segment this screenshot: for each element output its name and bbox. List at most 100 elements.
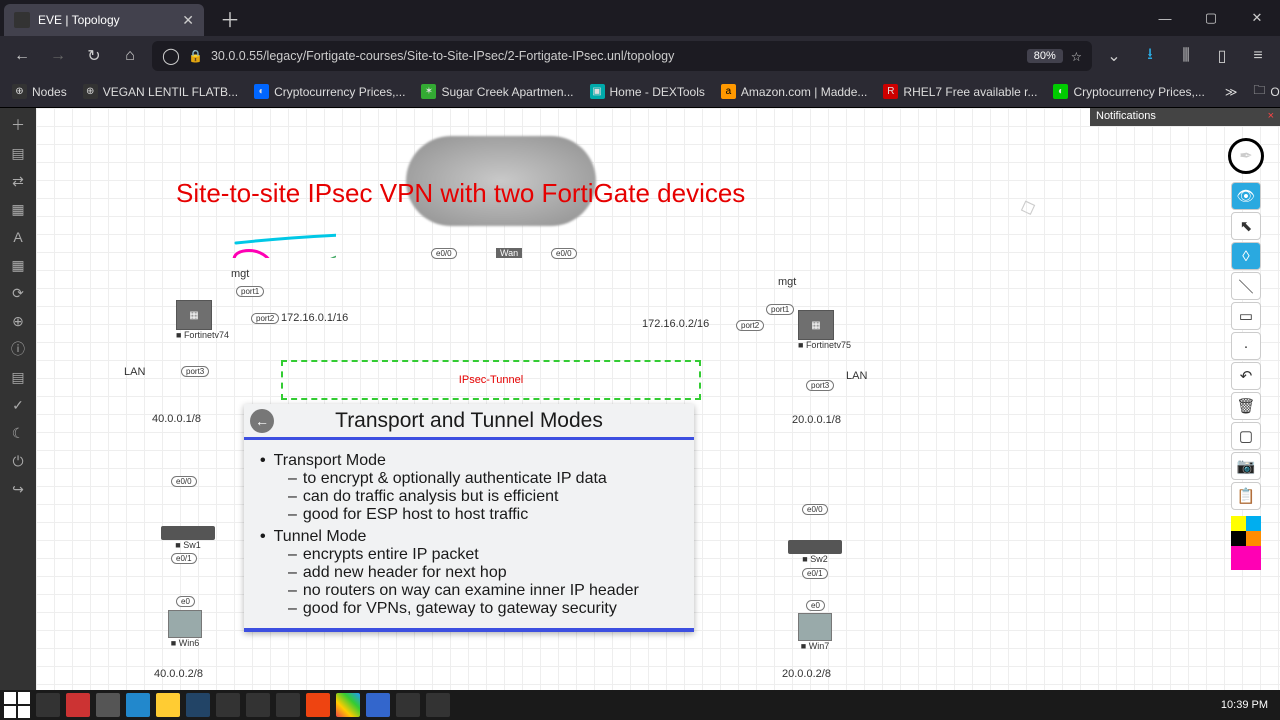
eve-pictures-icon[interactable]: ▦ [5, 254, 31, 276]
color-swatch[interactable] [1231, 531, 1246, 546]
pc-left[interactable]: ■ Win6 [168, 610, 202, 648]
notifications-close-icon[interactable]: × [1268, 110, 1274, 124]
forward-button[interactable]: → [44, 42, 72, 70]
eve-zoom-icon[interactable]: ⊕ [5, 310, 31, 332]
switch-icon [161, 526, 215, 540]
cursor-tool[interactable]: ⬉ [1231, 212, 1261, 240]
taskbar-item[interactable] [96, 693, 120, 717]
library-button[interactable]: ⫼ [1172, 42, 1200, 70]
taskbar-clock[interactable]: 10:39 PM [1213, 699, 1276, 711]
color-swatch[interactable] [1231, 516, 1246, 531]
taskbar-item[interactable] [36, 693, 60, 717]
port-label: port1 [236, 286, 264, 297]
dot-tool[interactable]: · [1231, 332, 1261, 360]
clipboard-tool[interactable]: 📋 [1231, 482, 1261, 510]
eve-network-icon[interactable]: ⇄ [5, 170, 31, 192]
bookmark-item[interactable]: ▣Home - DEXTools [584, 81, 711, 102]
eve-status-icon[interactable]: ⓘ [5, 338, 31, 360]
clear-tool[interactable]: 🗑 [1231, 392, 1261, 420]
eve-startup-icon[interactable]: ▦ [5, 198, 31, 220]
eve-labdetails-icon[interactable]: ▤ [5, 366, 31, 388]
screenshot-tool[interactable]: 📷 [1231, 452, 1261, 480]
taskbar-item[interactable] [126, 693, 150, 717]
pc-right[interactable]: ■ Win7 [798, 613, 832, 651]
eve-dark-icon[interactable]: ☾ [5, 422, 31, 444]
bookmark-item[interactable]: RRHEL7 Free available r... [877, 81, 1043, 102]
home-button[interactable]: ⌂ [116, 42, 144, 70]
back-button[interactable]: ← [8, 42, 36, 70]
taskbar-item[interactable] [336, 693, 360, 717]
port-label: port3 [806, 380, 834, 391]
url-bar[interactable]: ◯ 🔒 30.0.0.55/legacy/Fortigate-courses/S… [152, 41, 1092, 71]
taskbar-item[interactable] [366, 693, 390, 717]
panel-back-button[interactable]: ← [250, 409, 274, 433]
bookmark-item[interactable]: ⊕Nodes [6, 81, 73, 102]
lan-label: LAN [846, 370, 867, 382]
reload-button[interactable]: ↻ [80, 42, 108, 70]
bookmark-item[interactable]: ◐Cryptocurrency Prices,... [248, 81, 411, 102]
bookmarks-bar: ⊕Nodes ⊕VEGAN LENTIL FLATB... ◐Cryptocur… [0, 76, 1280, 108]
taskbar-item[interactable] [306, 693, 330, 717]
taskbar-item[interactable] [246, 693, 270, 717]
pc-icon [168, 610, 202, 638]
start-button[interactable] [4, 692, 30, 718]
eve-text-icon[interactable]: A [5, 226, 31, 248]
taskbar-item[interactable] [66, 693, 90, 717]
line-tool[interactable]: ＼ [1231, 272, 1261, 300]
sidebar-button[interactable]: ▯ [1208, 42, 1236, 70]
pocket-button[interactable]: ⌄ [1100, 42, 1128, 70]
window-minimize[interactable]: — [1142, 0, 1188, 36]
pen-logo-icon[interactable]: ✒ [1228, 138, 1264, 174]
wan-node[interactable]: Wan [496, 248, 522, 258]
port-label: e0/0 [431, 248, 457, 259]
undo-tool[interactable]: ↶ [1231, 362, 1261, 390]
bookmark-icon: ✶ [421, 84, 436, 99]
downloads-button[interactable]: ⭳ [1136, 42, 1164, 70]
taskbar-item[interactable] [186, 693, 210, 717]
zoom-indicator[interactable]: 80% [1027, 49, 1063, 63]
bookmarks-overflow[interactable]: ≫ [1219, 82, 1244, 102]
highlighter-tool[interactable]: ◊ [1231, 242, 1261, 270]
color-swatch-active[interactable] [1231, 546, 1261, 570]
bookmark-star-icon[interactable]: ☆ [1071, 49, 1082, 64]
modes-panel: ← Transport and Tunnel Modes Transport M… [244, 404, 694, 632]
browser-tab[interactable]: EVE | Topology ✕ [4, 4, 204, 36]
switch-left[interactable]: ■ Sw1 [161, 526, 215, 550]
fortigate-right[interactable]: ▦ ■ Fortinetv75 [798, 310, 851, 350]
other-bookmarks[interactable]: 🗀Other Bookmarks [1247, 78, 1280, 105]
switch-right[interactable]: ■ Sw2 [788, 540, 842, 564]
color-swatch[interactable] [1246, 531, 1261, 546]
taskbar-item[interactable] [276, 693, 300, 717]
taskbar-item[interactable] [156, 693, 180, 717]
window-close[interactable]: ✕ [1234, 0, 1280, 36]
bookmark-item[interactable]: ✶Sugar Creek Apartmen... [415, 81, 579, 102]
taskbar-item[interactable] [426, 693, 450, 717]
eve-logout-icon[interactable]: ↪ [5, 478, 31, 500]
panel-title: Transport and Tunnel Modes [335, 409, 603, 433]
whiteboard-tool[interactable]: ▢ [1231, 422, 1261, 450]
mgt-label: mgt [778, 276, 796, 288]
bookmark-item[interactable]: ◐Cryptocurrency Prices,... [1047, 81, 1210, 102]
ip-label: 40.0.0.2/8 [154, 668, 203, 680]
lock-icon[interactable]: 🔒 [188, 49, 203, 63]
bookmark-item[interactable]: aAmazon.com | Madde... [715, 81, 874, 102]
bookmark-item[interactable]: ⊕VEGAN LENTIL FLATB... [77, 81, 244, 102]
fortigate-left[interactable]: ▦ ■ Fortinetv74 [176, 300, 229, 340]
new-tab-button[interactable]: ＋ [212, 2, 248, 35]
eve-moreactions-icon[interactable]: ✓ [5, 394, 31, 416]
taskbar-item[interactable] [216, 693, 240, 717]
visibility-tool[interactable]: 👁 [1231, 182, 1261, 210]
eve-lock-icon[interactable]: ⏻ [5, 450, 31, 472]
bookmark-icon: ◐ [254, 84, 269, 99]
window-maximize[interactable]: ▢ [1188, 0, 1234, 36]
eve-refresh-icon[interactable]: ⟳ [5, 282, 31, 304]
app-menu-button[interactable]: ≡ [1244, 42, 1272, 70]
eve-add-icon[interactable]: ＋ [5, 114, 31, 136]
shield-icon[interactable]: ◯ [162, 42, 180, 70]
eve-nodes-icon[interactable]: ▤ [5, 142, 31, 164]
close-tab-icon[interactable]: ✕ [182, 12, 194, 29]
taskbar-item[interactable] [396, 693, 420, 717]
topology-canvas[interactable]: Site-to-site IPsec VPN with two FortiGat… [36, 108, 1280, 690]
eraser-tool[interactable]: ▭ [1231, 302, 1261, 330]
color-swatch[interactable] [1246, 516, 1261, 531]
